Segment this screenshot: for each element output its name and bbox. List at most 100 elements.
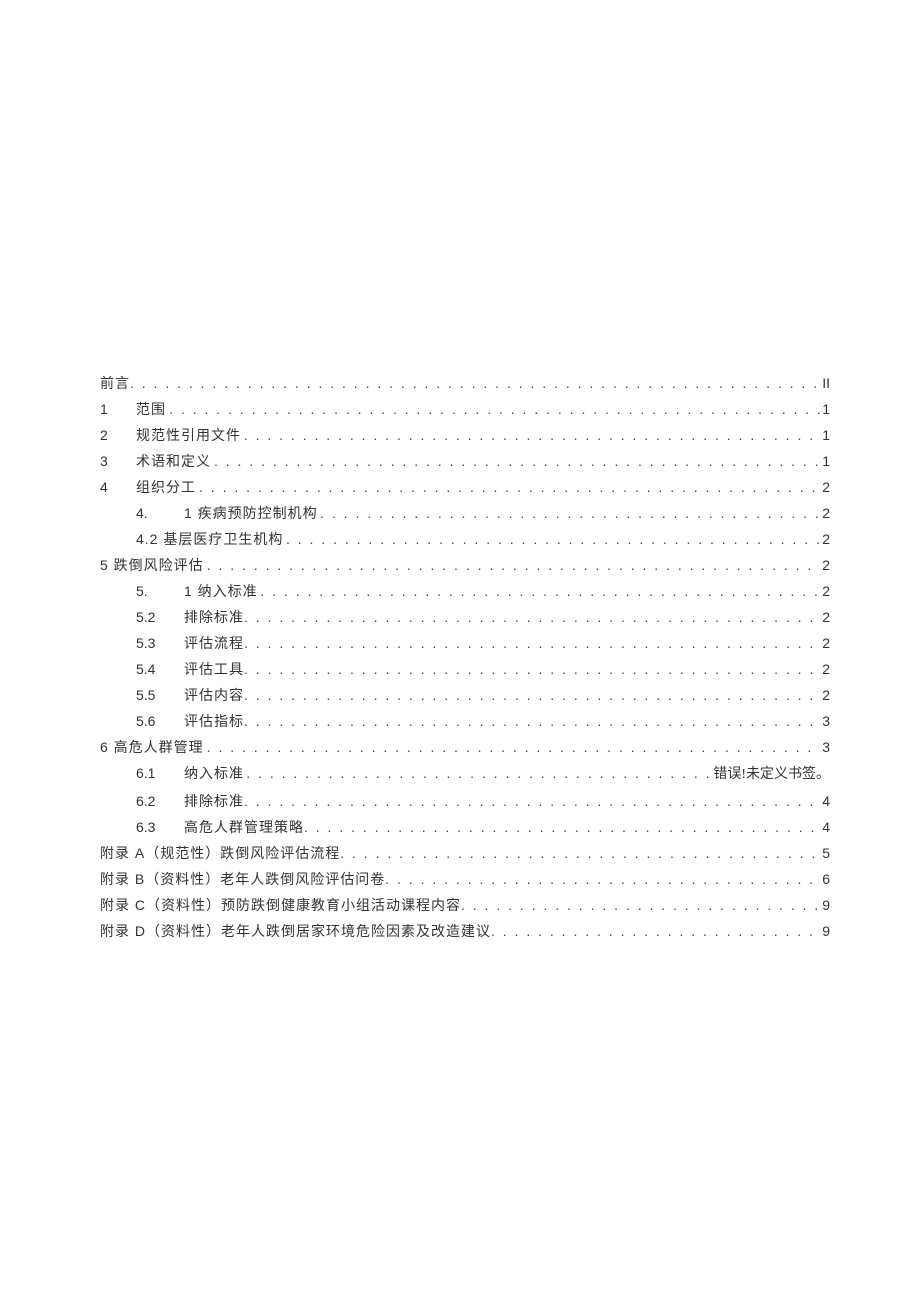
toc-leader-dots: . . . . . . . . . . . . . . . . . . . . … xyxy=(244,708,820,734)
toc-page-number: 3 xyxy=(820,734,830,760)
toc-page-number: 1 xyxy=(820,448,830,474)
toc-label: 评估流程 xyxy=(184,630,244,656)
toc-label: 排除标准 xyxy=(184,788,244,814)
toc-leader-dots: . . . . . . . . . . . . . . . . . . . . … xyxy=(320,500,820,526)
toc-page-number: 2 xyxy=(820,604,830,630)
toc-label: 术语和定义 xyxy=(136,448,211,474)
toc-number: 3 xyxy=(100,448,136,474)
toc-label: 评估内容 xyxy=(184,682,244,708)
toc-label: 规范性引用文件 xyxy=(136,422,241,448)
toc-page-number: 2 xyxy=(820,474,830,500)
toc-page-number: 2 xyxy=(820,500,830,526)
toc-entry-4: 4 组织分工 . . . . . . . . . . . . . . . . .… xyxy=(100,474,830,500)
toc-leader-dots: . . . . . . . . . . . . . . . . . . . . … xyxy=(286,526,820,552)
toc-number: 4 xyxy=(100,474,136,500)
toc-leader-dots: . . . . . . . . . . . . . . . . . . . . … xyxy=(207,734,821,760)
toc-label: 纳入标准 xyxy=(184,760,244,786)
toc-entry-6-1: 6.1 纳入标准 . . . . . . . . . . . . . . . .… xyxy=(100,760,830,788)
toc-entry-5-2: 5.2 排除标准 . . . . . . . . . . . . . . . .… xyxy=(100,604,830,630)
toc-leader-dots: . . . . . . . . . . . . . . . . . . . . … xyxy=(244,604,820,630)
toc-number: 5. xyxy=(136,578,184,604)
toc-entry-6-3: 6.3 高危人群管理策略 . . . . . . . . . . . . . .… xyxy=(100,814,830,840)
toc-label: 4.2 基层医疗卫生机构 xyxy=(136,526,283,552)
toc-entry-foreword: 前言 . . . . . . . . . . . . . . . . . . .… xyxy=(100,370,830,396)
toc-page-number: 1 xyxy=(820,396,830,422)
toc-page-number: 9 xyxy=(820,918,830,944)
toc-leader-dots: . . . . . . . . . . . . . . . . . . . . … xyxy=(340,840,820,866)
toc-entry-appendix-a: 附录 A（规范性）跌倒风险评估流程 . . . . . . . . . . . … xyxy=(100,840,830,866)
toc-number: 5.5 xyxy=(136,682,184,708)
toc-leader-dots: . . . . . . . . . . . . . . . . . . . . … xyxy=(199,474,820,500)
toc-entry-3: 3 术语和定义 . . . . . . . . . . . . . . . . … xyxy=(100,448,830,474)
toc-container: 前言 . . . . . . . . . . . . . . . . . . .… xyxy=(100,370,830,944)
toc-entry-4-1: 4. 1 疾病预防控制机构 . . . . . . . . . . . . . … xyxy=(100,500,830,526)
toc-entry-appendix-b: 附录 B（资料性）老年人跌倒风险评估问卷 . . . . . . . . . .… xyxy=(100,866,830,892)
toc-entry-5-5: 5.5 评估内容 . . . . . . . . . . . . . . . .… xyxy=(100,682,830,708)
toc-label: 附录 D（资料性）老年人跌倒居家环境危险因素及改造建议 xyxy=(100,918,491,944)
toc-leader-dots: . . . . . . . . . . . . . . . . . . . . … xyxy=(207,552,821,578)
toc-label: 附录 A（规范性）跌倒风险评估流程 xyxy=(100,840,340,866)
toc-page-number: 2 xyxy=(820,552,830,578)
toc-leader-dots: . . . . . . . . . . . . . . . . . . . . … xyxy=(385,866,820,892)
toc-entry-appendix-c: 附录 C（资料性）预防跌倒健康教育小组活动课程内容 . . . . . . . … xyxy=(100,892,830,918)
toc-entry-6: 6 高危人群管理 . . . . . . . . . . . . . . . .… xyxy=(100,734,830,760)
toc-label: 1 疾病预防控制机构 xyxy=(184,500,318,526)
toc-entry-5-6: 5.6 评估指标 . . . . . . . . . . . . . . . .… xyxy=(100,708,830,734)
toc-number: 1 xyxy=(100,396,136,422)
toc-label: 附录 B（资料性）老年人跌倒风险评估问卷 xyxy=(100,866,385,892)
toc-number: 6.3 xyxy=(136,814,184,840)
toc-label: 5 跌倒风险评估 xyxy=(100,552,204,578)
toc-label: 评估工具 xyxy=(184,656,244,682)
toc-label: 评估指标 xyxy=(184,708,244,734)
toc-leader-dots: . . . . . . . . . . . . . . . . . . . . … xyxy=(491,918,820,944)
toc-leader-dots: . . . . . . . . . . . . . . . . . . . . … xyxy=(169,396,820,422)
toc-number: 5.6 xyxy=(136,708,184,734)
toc-entry-appendix-d: 附录 D（资料性）老年人跌倒居家环境危险因素及改造建议 . . . . . . … xyxy=(100,918,830,944)
toc-page-number: 9 xyxy=(820,892,830,918)
toc-entry-2: 2 规范性引用文件 . . . . . . . . . . . . . . . … xyxy=(100,422,830,448)
toc-entry-4-2: 4.2 基层医疗卫生机构 . . . . . . . . . . . . . .… xyxy=(100,526,830,552)
toc-leader-dots: . . . . . . . . . . . . . . . . . . . . … xyxy=(130,370,820,396)
toc-page-number: 4 xyxy=(820,788,830,814)
toc-page-number: 2 xyxy=(820,578,830,604)
toc-number: 6.1 xyxy=(136,760,184,786)
toc-label: 1 纳入标准 xyxy=(184,578,258,604)
toc-label: 范围 xyxy=(136,396,166,422)
toc-number: 2 xyxy=(100,422,136,448)
toc-leader-dots: . . . . . . . . . . . . . . . . . . . . … xyxy=(214,448,820,474)
toc-label: 前言 xyxy=(100,370,130,396)
toc-number: 5.2 xyxy=(136,604,184,630)
toc-page-number: 4 xyxy=(820,814,830,840)
toc-label: 排除标准 xyxy=(184,604,244,630)
toc-page-number: 3 xyxy=(820,708,830,734)
toc-entry-5-4: 5.4 评估工具 . . . . . . . . . . . . . . . .… xyxy=(100,656,830,682)
toc-page-number: 6 xyxy=(820,866,830,892)
toc-entry-5: 5 跌倒风险评估 . . . . . . . . . . . . . . . .… xyxy=(100,552,830,578)
toc-page-number: 2 xyxy=(820,526,830,552)
toc-entry-5-1: 5. 1 纳入标准 . . . . . . . . . . . . . . . … xyxy=(100,578,830,604)
toc-entry-1: 1 范围 . . . . . . . . . . . . . . . . . .… xyxy=(100,396,830,422)
toc-label: 附录 C（资料性）预防跌倒健康教育小组活动课程内容 xyxy=(100,892,461,918)
toc-leader-dots: . . . . . . . . . . . . . . . . . . . . … xyxy=(244,788,820,814)
toc-leader-dots: . . . . . . . . . . . . . . . . . . . . … xyxy=(461,892,820,918)
toc-leader-dots: . . . . . . . . . . . . . . . . . . . . … xyxy=(260,578,820,604)
toc-leader-dots: . . . . . . . . . . . . . . . . . . . . … xyxy=(304,814,820,840)
toc-label: 6 高危人群管理 xyxy=(100,734,204,760)
toc-entry-6-2: 6.2 排除标准 . . . . . . . . . . . . . . . .… xyxy=(100,788,830,814)
toc-leader-dots: . . . . . . . . . . . . . . . . . . . . … xyxy=(244,422,820,448)
toc-label: 组织分工 xyxy=(136,474,196,500)
toc-page-number: II xyxy=(820,370,830,396)
toc-label: 高危人群管理策略 xyxy=(184,814,304,840)
toc-entry-5-3: 5.3 评估流程 . . . . . . . . . . . . . . . .… xyxy=(100,630,830,656)
toc-page-number: 2 xyxy=(820,682,830,708)
toc-number: 5.4 xyxy=(136,656,184,682)
toc-number: 5.3 xyxy=(136,630,184,656)
toc-leader-dots: . . . . . . . . . . . . . . . . . . . . … xyxy=(244,656,820,682)
toc-page-number: 2 xyxy=(820,630,830,656)
toc-number: 4. xyxy=(136,500,184,526)
toc-leader-dots: . . . . . . . . . . . . . . . . . . . . … xyxy=(244,682,820,708)
toc-page-number: 1 xyxy=(820,422,830,448)
toc-page-number: 2 xyxy=(820,656,830,682)
toc-number: 6.2 xyxy=(136,788,184,814)
toc-leader-dots: . . . . . . . . . . . . . . . . . . . . … xyxy=(244,630,820,656)
